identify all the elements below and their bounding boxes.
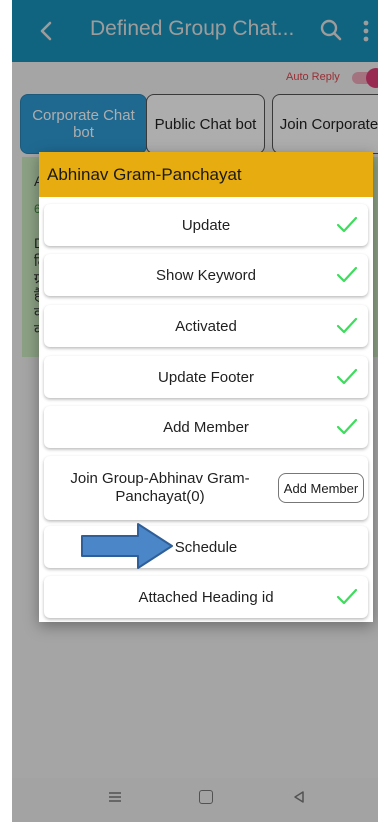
update-option[interactable]: Update [44, 204, 368, 246]
join-group-option: Join Group-Abhinav Gram-Panchayat(0) Add… [44, 456, 368, 520]
update-footer-option[interactable]: Update Footer [44, 356, 368, 398]
arrow-right-icon [81, 523, 173, 569]
dialog-title: Abhinav Gram-Panchayat [47, 165, 242, 184]
join-group-label: Join Group-Abhinav Gram-Panchayat(0) [70, 470, 250, 505]
dialog-header: Abhinav Gram-Panchayat [39, 152, 373, 197]
check-icon [336, 216, 358, 233]
check-icon [336, 588, 358, 605]
attached-heading-option[interactable]: Attached Heading id [44, 576, 368, 618]
option-label: Update [181, 216, 231, 234]
option-label: Update Footer [158, 368, 254, 386]
option-label: Add Member [163, 418, 249, 436]
option-label: Activated [175, 317, 237, 335]
phone-screen: Defined Group Chat... Auto Reply Corpora… [12, 0, 378, 822]
check-icon [336, 266, 358, 283]
activated-option[interactable]: Activated [44, 305, 368, 347]
add-member-option[interactable]: Add Member [44, 406, 368, 448]
option-label: Attached Heading id [138, 588, 274, 606]
show-keyword-option[interactable]: Show Keyword [44, 254, 368, 296]
add-member-button[interactable]: Add Member [278, 473, 364, 503]
check-icon [336, 368, 358, 385]
option-label: Show Keyword [155, 266, 257, 284]
check-icon [336, 418, 358, 435]
check-icon [336, 317, 358, 334]
